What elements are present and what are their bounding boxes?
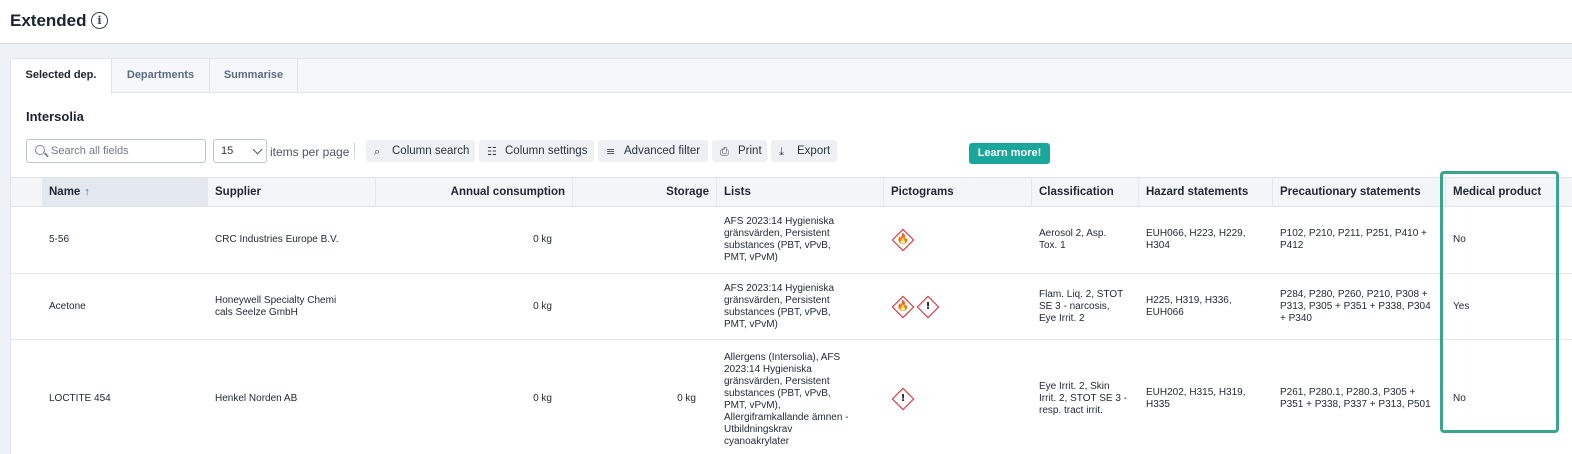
items-per-page-value: 15	[221, 145, 234, 157]
column-header-classification[interactable]: Classification	[1032, 178, 1139, 206]
cell-supplier: Honeywell Specialty Chemi cals Seelze Gm…	[215, 294, 337, 318]
cell-supplier: CRC Industries Europe B.V.	[215, 234, 339, 245]
cell-name: Acetone	[49, 300, 86, 312]
cell-precautionary-statements: P284, P280, P260, P210, P308 + P313, P30…	[1280, 288, 1431, 324]
columns-icon: ☷	[487, 144, 497, 158]
cell-annual-consumption: 0 kg	[533, 300, 552, 312]
cell-lists: Allergens (Intersolia), AFS 2023:14 Hygi…	[724, 352, 849, 447]
cell-pictograms: !	[884, 340, 1032, 454]
search-input[interactable]	[51, 143, 201, 159]
column-header-hazard-statements[interactable]: Hazard statements	[1139, 178, 1273, 206]
exclamation-icon: !	[891, 387, 915, 411]
cell-supplier: Henkel Norden AB	[215, 393, 298, 404]
learn-more-button[interactable]: Learn more!	[969, 143, 1050, 164]
flame-icon: 🔥	[891, 295, 915, 318]
items-per-page-label: items per page	[270, 145, 350, 159]
chevron-down-icon	[252, 144, 263, 155]
column-header-medical-product[interactable]: Medical product	[1446, 178, 1572, 206]
cell-annual-consumption: 0 kg	[533, 393, 552, 404]
print-icon: ⎙	[720, 144, 729, 158]
advanced-filter-button[interactable]: ≡ Advanced filter	[598, 140, 708, 162]
cell-precautionary-statements: P102, P210, P211, P251, P410 + P412	[1280, 228, 1427, 251]
cell-lists: AFS 2023:14 Hygieniska gränsvärden, Pers…	[724, 216, 835, 263]
cell-annual-consumption: 0 kg	[533, 234, 552, 245]
print-button[interactable]: ⎙ Print	[712, 140, 767, 162]
filter-icon: ≡	[606, 144, 616, 158]
toolbar-divider	[354, 143, 355, 159]
cell-name: 5-56	[49, 234, 70, 245]
export-label: Export	[797, 145, 831, 157]
table-header: Name ↑ Supplier Annual consumption Storag…	[11, 177, 1572, 207]
main-card: Selected dep. Departments Summarise Inte…	[10, 58, 1572, 454]
cell-classification: Flam. Liq. 2, STOT SE 3 - narcosis, Eye …	[1039, 288, 1124, 324]
print-label: Print	[738, 145, 762, 157]
cell-name: LOCTITE 454	[49, 393, 111, 404]
tab-summarise[interactable]: Summarise	[210, 59, 298, 93]
column-settings-button[interactable]: ☷ Column settings	[479, 140, 594, 162]
cell-hazard-statements: H225, H319, H336, EUH066	[1146, 294, 1232, 318]
column-header-name[interactable]: Name ↑	[42, 178, 208, 206]
tab-selected-dep[interactable]: Selected dep.	[11, 59, 112, 94]
cell-pictograms: 🔥 !	[884, 274, 1032, 339]
table-row[interactable]: Acetone Honeywell Specialty Chemi cals S…	[11, 274, 1572, 340]
cell-classification: Aerosol 2, Asp. Tox. 1	[1039, 228, 1107, 251]
sort-ascending-icon: ↑	[84, 186, 90, 198]
search-box[interactable]	[26, 139, 206, 163]
advanced-filter-label: Advanced filter	[624, 145, 701, 157]
column-search-label: Column search	[392, 145, 470, 157]
flame-icon: 🔥	[891, 228, 915, 252]
cell-medical-product: No	[1453, 234, 1466, 245]
cell-lists: AFS 2023:14 Hygieniska gränsvärden, Pers…	[724, 282, 835, 330]
top-bar: Extended i	[0, 0, 1572, 44]
cell-hazard-statements: EUH066, H223, H229, H304	[1146, 228, 1246, 251]
column-search-button[interactable]: ⌕ Column search	[366, 140, 475, 162]
column-header-storage[interactable]: Storage	[573, 178, 717, 206]
cell-storage	[573, 207, 703, 273]
download-icon: ⤓	[779, 144, 784, 158]
cell-precautionary-statements: P261, P280.1, P280.3, P305 + P351 + P338…	[1280, 387, 1431, 410]
export-button[interactable]: ⤓ Export	[771, 140, 837, 162]
column-header-lists[interactable]: Lists	[717, 178, 884, 206]
cell-hazard-statements: EUH202, H315, H319, H335	[1146, 387, 1246, 410]
column-settings-label: Column settings	[505, 145, 588, 157]
info-icon[interactable]: i	[91, 12, 108, 29]
cell-storage: 0 kg	[677, 393, 696, 404]
column-header-name-label: Name	[49, 186, 81, 198]
column-header-pictograms[interactable]: Pictograms	[884, 178, 1032, 206]
search-icon	[35, 145, 45, 155]
cell-pictograms: 🔥	[884, 207, 1032, 273]
items-per-page-select[interactable]: 15	[213, 139, 267, 163]
department-title: Intersolia	[26, 109, 84, 124]
table-row[interactable]: LOCTITE 454 Henkel Norden AB 0 kg 0 kg A…	[11, 340, 1572, 454]
cell-medical-product: No	[1453, 393, 1466, 404]
exclamation-icon: !	[916, 295, 940, 318]
cell-medical-product: Yes	[1453, 300, 1470, 312]
column-header-annual-consumption[interactable]: Annual consumption	[376, 178, 573, 206]
page-title: Extended	[10, 11, 87, 30]
column-header-supplier[interactable]: Supplier	[208, 178, 376, 206]
tab-bar: Selected dep. Departments Summarise	[11, 59, 1572, 94]
column-search-icon: ⌕	[374, 144, 381, 158]
column-header-precautionary-statements[interactable]: Precautionary statements	[1273, 178, 1446, 206]
cell-classification: Eye Irrit. 2, Skin Irrit. 2, STOT SE 3 -…	[1039, 381, 1127, 416]
cell-storage	[573, 274, 703, 339]
tab-departments[interactable]: Departments	[112, 59, 210, 93]
table-row[interactable]: 5-56 CRC Industries Europe B.V. 0 kg AFS…	[11, 207, 1572, 274]
